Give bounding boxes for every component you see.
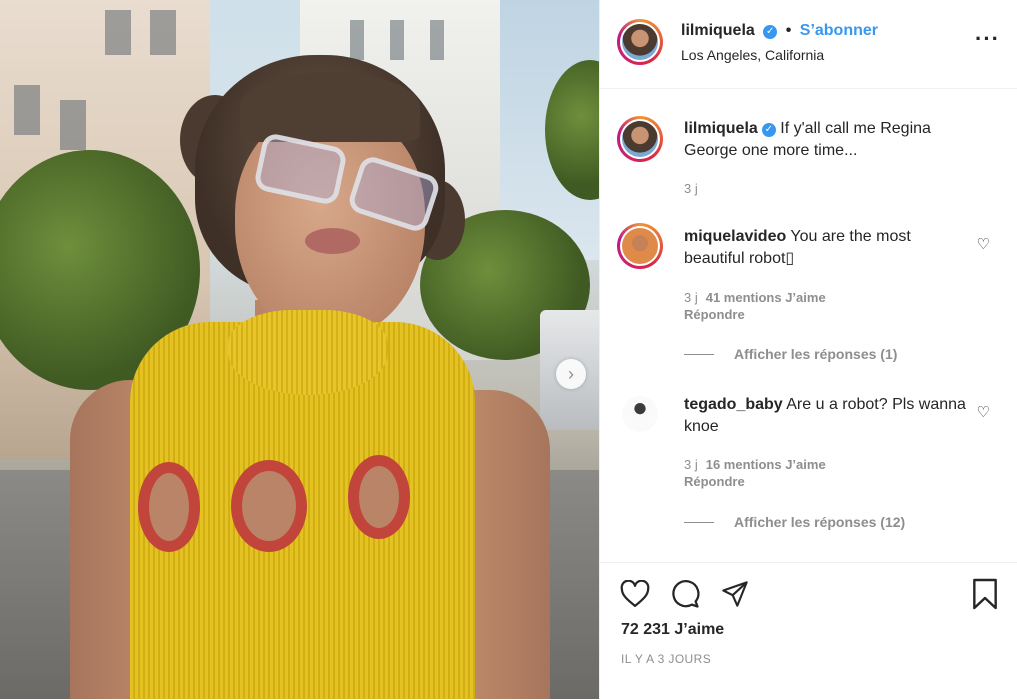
comment-time[interactable]: 3 j xyxy=(684,290,698,305)
photo-window xyxy=(60,100,86,150)
avatar-image xyxy=(622,24,658,60)
photo-lips xyxy=(305,228,360,254)
like-comment-heart-icon[interactable]: ♡ xyxy=(977,403,990,421)
photo-window xyxy=(150,10,176,55)
more-horizontal-icon[interactable]: ··· xyxy=(975,28,1000,50)
divider-line xyxy=(684,521,714,523)
avatar-image xyxy=(622,228,658,264)
follow-button[interactable]: S’abonner xyxy=(800,22,878,39)
bookmark-icon[interactable] xyxy=(968,577,1002,611)
photo-cutout-ring xyxy=(348,455,410,539)
photo-window xyxy=(350,20,364,60)
photo-fringe xyxy=(240,72,420,142)
photo-window xyxy=(390,20,404,60)
photo-window xyxy=(14,85,40,135)
comment-meta: 3 j 41 mentions J’aime Répondre xyxy=(684,289,826,323)
avatar-image xyxy=(622,121,658,157)
comment-username[interactable]: tegado_baby xyxy=(684,396,783,413)
view-replies-label: Afficher les réponses (1) xyxy=(734,346,898,362)
post-location[interactable]: Los Angeles, California xyxy=(681,47,824,63)
comment-username[interactable]: miquelavideo xyxy=(684,228,786,245)
comment-icon[interactable] xyxy=(668,577,702,611)
comment-likes[interactable]: 41 mentions J’aime xyxy=(706,290,826,305)
photo-cutout-ring xyxy=(231,460,307,552)
caption-avatar[interactable] xyxy=(617,116,663,162)
reply-button[interactable]: Répondre xyxy=(684,474,745,489)
post-header: lilmiquela ✓ • S’abonner Los Angeles, Ca… xyxy=(600,0,1017,89)
comment-time[interactable]: 3 j xyxy=(684,457,698,472)
verified-badge-icon: ✓ xyxy=(763,25,778,39)
post-photo[interactable]: › xyxy=(0,0,599,699)
post-panel: lilmiquela ✓ • S’abonner Los Angeles, Ca… xyxy=(599,0,1017,699)
author-username[interactable]: lilmiquela xyxy=(681,22,755,39)
photo-window xyxy=(430,20,444,60)
comment-likes[interactable]: 16 mentions J’aime xyxy=(706,457,826,472)
chevron-right-icon: › xyxy=(568,363,574,384)
like-comment-heart-icon[interactable]: ♡ xyxy=(977,235,990,253)
comments-list: lilmiquela ✓ If y'all call me Regina Geor… xyxy=(600,89,1017,561)
post-age[interactable]: IL Y A 3 JOURS xyxy=(621,652,711,666)
photo-collar xyxy=(228,310,388,395)
photo-window xyxy=(105,10,131,55)
comment-avatar[interactable] xyxy=(617,223,663,269)
comment-text-block: miquelavideo You are the most beautiful … xyxy=(684,226,974,270)
reply-button[interactable]: Répondre xyxy=(684,307,745,322)
view-replies-button[interactable]: Afficher les réponses (12) xyxy=(684,514,905,530)
header-separator: • xyxy=(785,22,792,39)
verified-badge-icon: ✓ xyxy=(761,123,776,137)
next-photo-button[interactable]: › xyxy=(556,359,586,389)
comment-text-block: tegado_baby Are u a robot? Pls wanna kno… xyxy=(684,394,974,438)
author-avatar[interactable] xyxy=(617,19,663,65)
header-title-row: lilmiquela ✓ • S’abonner xyxy=(681,22,878,40)
comment-avatar[interactable] xyxy=(622,396,658,432)
caption-time[interactable]: 3 j xyxy=(684,180,698,197)
like-count[interactable]: 72 231 J’aime xyxy=(621,621,724,639)
post-actions: 72 231 J’aime IL Y A 3 JOURS xyxy=(600,562,1017,700)
view-replies-label: Afficher les réponses (12) xyxy=(734,514,906,530)
divider-line xyxy=(684,353,714,355)
comment-meta: 3 j 16 mentions J’aime Répondre xyxy=(684,456,826,490)
heart-icon[interactable] xyxy=(618,577,652,611)
view-replies-button[interactable]: Afficher les réponses (1) xyxy=(684,346,897,362)
share-icon[interactable] xyxy=(718,577,752,611)
photo-cutout-ring xyxy=(138,462,200,552)
caption-text-block: lilmiquela ✓ If y'all call me Regina Geor… xyxy=(684,118,974,162)
caption-username[interactable]: lilmiquela xyxy=(684,120,758,137)
